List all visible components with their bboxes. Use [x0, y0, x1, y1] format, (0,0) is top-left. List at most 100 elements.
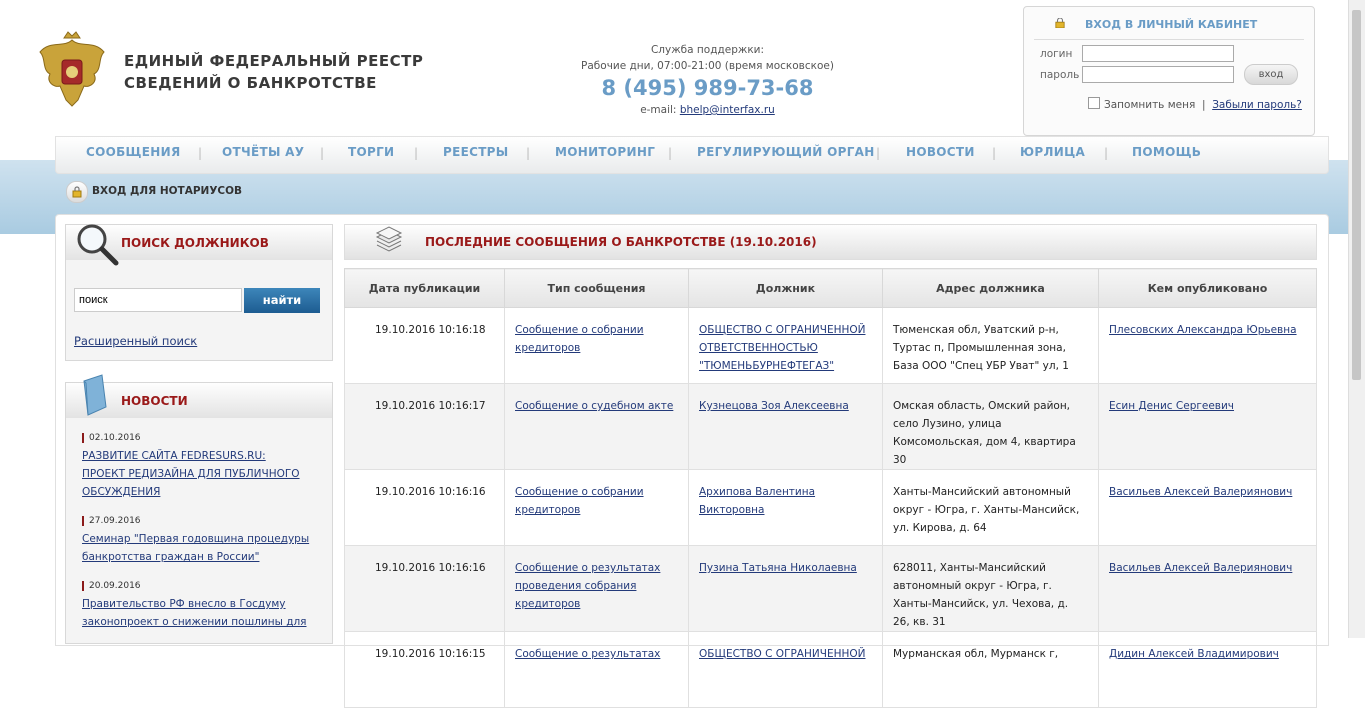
remember-row: Запомнить меня | Забыли пароль? [1088, 97, 1302, 111]
debtor-search-input[interactable] [74, 288, 242, 312]
login-divider [1034, 39, 1304, 40]
login-separator: | [1201, 99, 1206, 111]
message-type-link[interactable]: Сообщение о собрании кредиторов [515, 486, 644, 516]
column-header: Кем опубликовано [1098, 268, 1317, 308]
column-header: Дата публикации [344, 268, 505, 308]
nav-separator: | [1104, 146, 1109, 160]
nav-item-monitoring[interactable]: МОНИТОРИНГ [555, 145, 655, 159]
nav-item-reports[interactable]: ОТЧЁТЫ АУ [222, 145, 304, 159]
table-row: 19.10.2016 10:16:16 Сообщение о результа… [344, 545, 1317, 632]
nav-item-companies[interactable]: ЮРЛИЦА [1020, 145, 1085, 159]
nav-separator: | [526, 146, 531, 160]
support-block: Служба поддержки: Рабочие дни, 07:00-21:… [580, 42, 835, 118]
publication-date: 19.10.2016 10:16:15 [344, 631, 505, 708]
column-header: Должник [688, 268, 883, 308]
publication-date: 19.10.2016 10:16:18 [344, 307, 505, 384]
message-type-link[interactable]: Сообщение о судебном акте [515, 400, 673, 412]
debtor-address: Мурманская обл, Мурманск г, [882, 631, 1099, 708]
publisher-link[interactable]: Есин Денис Сергеевич [1109, 400, 1234, 412]
page-scrollbar[interactable] [1348, 0, 1365, 638]
news-item: 20.09.2016 Правительство РФ внесло в Гос… [82, 581, 312, 631]
news-date: 20.09.2016 [82, 581, 312, 591]
magnifier-icon [77, 224, 119, 266]
news-date: 02.10.2016 [82, 433, 312, 443]
publication-date: 19.10.2016 10:16:16 [344, 469, 505, 546]
main-nav: СООБЩЕНИЯ | ОТЧЁТЫ АУ | ТОРГИ | РЕЕСТРЫ … [55, 136, 1329, 174]
publisher-link[interactable]: Плесовских Александра Юрьевна [1109, 324, 1297, 336]
login-box: ВХОД В ЛИЧНЫЙ КАБИНЕТ логин пароль вход … [1023, 6, 1315, 136]
publication-date: 19.10.2016 10:16:17 [344, 383, 505, 470]
publisher-link[interactable]: Дидин Алексей Владимирович [1109, 648, 1279, 660]
advanced-search-link[interactable]: Расширенный поиск [74, 334, 197, 348]
news-date: 27.09.2016 [82, 516, 312, 526]
message-type-link[interactable]: Сообщение о собрании кредиторов [515, 324, 644, 354]
nav-item-news[interactable]: НОВОСТИ [906, 145, 975, 159]
news-link[interactable]: РАЗВИТИЕ САЙТА FEDRESURS.RU: ПРОЕКТ РЕДИ… [82, 447, 312, 501]
debtor-address: 628011, Ханты-Мансийский автономный окру… [882, 545, 1099, 632]
debtor-link[interactable]: ОБЩЕСТВО С ОГРАНИЧЕННОЙ [699, 648, 865, 660]
remember-checkbox[interactable] [1088, 97, 1100, 109]
support-phone: 8 (495) 989-73-68 [601, 76, 814, 100]
nav-item-auctions[interactable]: ТОРГИ [348, 145, 394, 159]
latest-messages-header: ПОСЛЕДНИЕ СООБЩЕНИЯ О БАНКРОТСТВЕ (19.10… [344, 224, 1317, 260]
coat-of-arms-emblem [39, 31, 105, 107]
login-input[interactable] [1082, 45, 1234, 62]
column-header: Тип сообщения [504, 268, 689, 308]
forgot-password-link[interactable]: Забыли пароль? [1212, 99, 1302, 111]
debtor-address: Тюменская обл, Уватский р-н, Туртас п, П… [882, 307, 1099, 384]
news-title: НОВОСТИ [121, 394, 188, 408]
news-panel: НОВОСТИ 02.10.2016 РАЗВИТИЕ САЙТА FEDRES… [65, 374, 333, 644]
news-link[interactable]: Семинар "Первая годовщина процедуры банк… [82, 530, 312, 566]
scrollbar-thumb[interactable] [1352, 10, 1361, 380]
debtor-address: Омская область, Омский район, село Лузин… [882, 383, 1099, 470]
debtor-link[interactable]: Пузина Татьяна Николаевна [699, 562, 857, 574]
nav-item-regulator[interactable]: РЕГУЛИРУЮЩИЙ ОРГАН [697, 145, 875, 159]
nav-separator: | [876, 146, 881, 160]
news-item: 27.09.2016 Семинар "Первая годовщина про… [82, 516, 312, 566]
nav-item-registers[interactable]: РЕЕСТРЫ [443, 145, 509, 159]
debtor-search-title: ПОИСК ДОЛЖНИКОВ [121, 236, 269, 250]
debtor-search-header: ПОИСК ДОЛЖНИКОВ [66, 224, 332, 266]
debtor-link[interactable]: Кузнецова Зоя Алексеевна [699, 400, 849, 412]
nav-separator: | [414, 146, 419, 160]
latest-messages-title: ПОСЛЕДНИЕ СООБЩЕНИЯ О БАНКРОТСТВЕ (19.10… [425, 235, 817, 249]
notary-login-label: ВХОД ДЛЯ НОТАРИУСОВ [92, 185, 243, 197]
message-type-link[interactable]: Сообщение о результатах [515, 648, 660, 660]
login-label: логин [1040, 48, 1073, 60]
site-title-line2: СВЕДЕНИЙ О БАНКРОТСТВЕ [124, 74, 377, 92]
debtor-search-panel: ПОИСК ДОЛЖНИКОВ найти Расширенный поиск [65, 224, 333, 361]
nav-separator: | [198, 146, 203, 160]
notary-lock-icon [66, 181, 88, 203]
debtor-address: Ханты-Мансийский автономный округ - Югра… [882, 469, 1099, 546]
news-item: 02.10.2016 РАЗВИТИЕ САЙТА FEDRESURS.RU: … [82, 433, 312, 501]
nav-item-messages[interactable]: СООБЩЕНИЯ [86, 145, 181, 159]
debtor-link[interactable]: ОБЩЕСТВО С ОГРАНИЧЕННОЙ ОТВЕТСТВЕННОСТЬЮ… [699, 324, 865, 372]
nav-item-help[interactable]: ПОМОЩЬ [1132, 145, 1201, 159]
table-row: 19.10.2016 10:16:18 Сообщение о собрании… [344, 307, 1317, 384]
remember-label: Запомнить меня [1104, 99, 1196, 111]
table-header-row: Дата публикации Тип сообщения Должник Ад… [344, 268, 1317, 308]
news-header: НОВОСТИ [66, 374, 332, 418]
login-title: ВХОД В ЛИЧНЫЙ КАБИНЕТ [1085, 18, 1258, 31]
support-label: Служба поддержки: [650, 44, 765, 56]
nav-separator: | [668, 146, 673, 160]
lock-icon [1055, 18, 1065, 28]
login-button[interactable]: вход [1244, 64, 1298, 85]
message-type-link[interactable]: Сообщение о результатах проведения собра… [515, 562, 660, 610]
debtor-link[interactable]: Архипова Валентина Викторовна [699, 486, 815, 516]
search-button[interactable]: найти [244, 288, 320, 313]
news-link[interactable]: Правительство РФ внесло в Госдуму законо… [82, 595, 312, 631]
password-label: пароль [1040, 69, 1080, 81]
column-header: Адрес должника [882, 268, 1099, 308]
publisher-link[interactable]: Васильев Алексей Валериянович [1109, 486, 1292, 498]
table-row: 19.10.2016 10:16:17 Сообщение о судебном… [344, 383, 1317, 470]
nav-separator: | [320, 146, 325, 160]
table-row: 19.10.2016 10:16:16 Сообщение о собрании… [344, 469, 1317, 546]
publication-date: 19.10.2016 10:16:16 [344, 545, 505, 632]
stack-icon [375, 226, 403, 252]
support-email-link[interactable]: bhelp@interfax.ru [680, 104, 775, 116]
publisher-link[interactable]: Васильев Алексей Валериянович [1109, 562, 1292, 574]
support-hours: Рабочие дни, 07:00-21:00 (время московск… [581, 60, 834, 72]
site-title[interactable]: ЕДИНЫЙ ФЕДЕРАЛЬНЫЙ РЕЕСТР СВЕДЕНИЙ О БАН… [124, 50, 423, 94]
password-input[interactable] [1082, 66, 1234, 83]
